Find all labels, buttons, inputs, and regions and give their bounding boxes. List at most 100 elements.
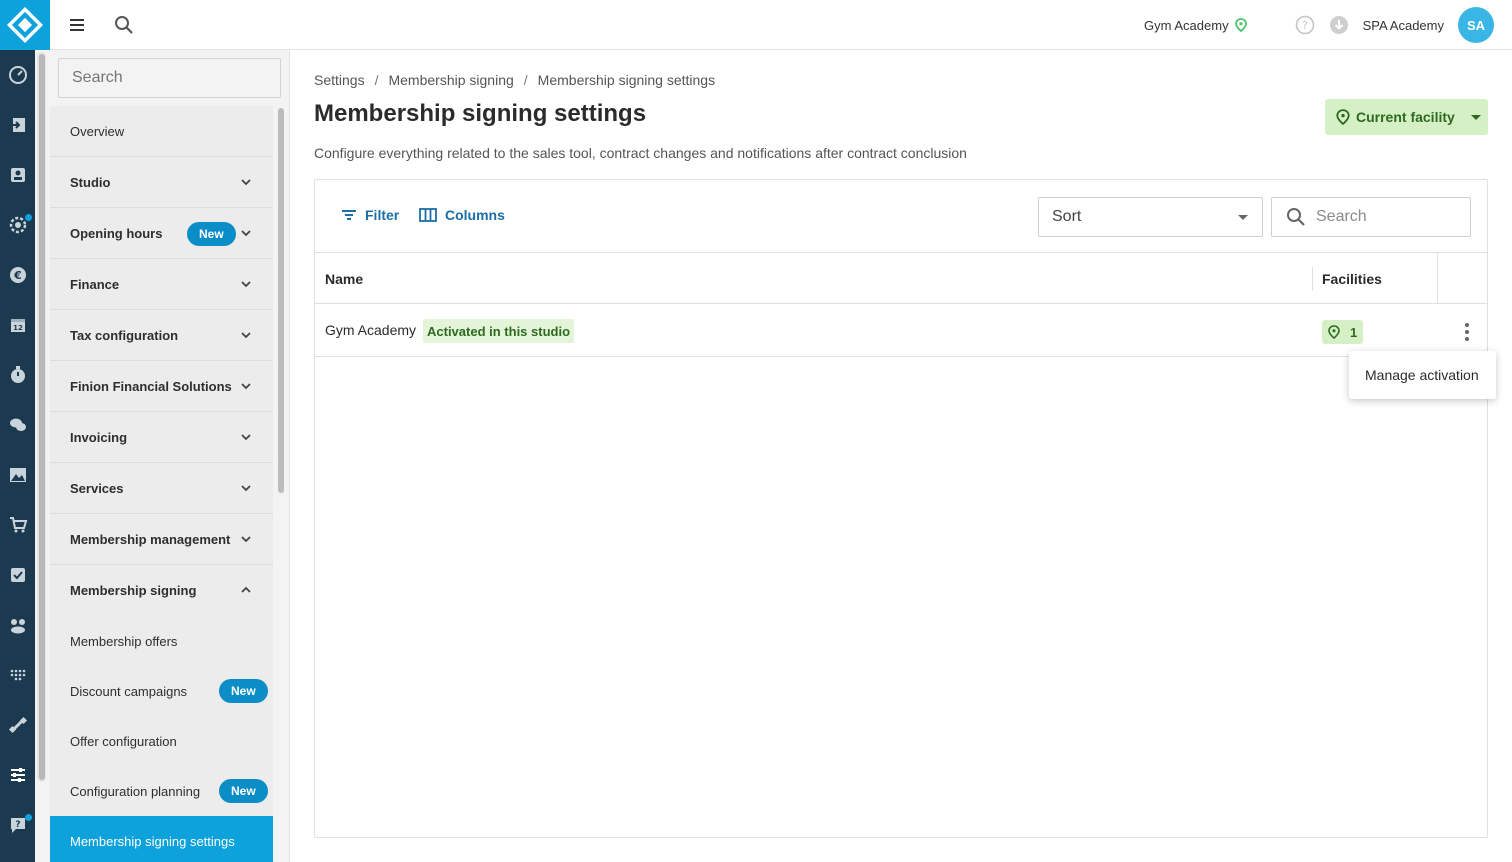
sidenav-search-input[interactable]	[58, 58, 281, 98]
new-badge: New	[219, 779, 268, 803]
sidenav-item-finion-financial-solutions[interactable]: Finion Financial Solutions	[50, 361, 273, 412]
search-icon[interactable]	[112, 13, 136, 37]
column-divider	[1437, 253, 1438, 304]
sort-label: Sort	[1052, 208, 1082, 225]
sort-select[interactable]: Sort	[1038, 197, 1263, 237]
row-name: Gym Academy	[325, 322, 417, 338]
svg-text:?: ?	[1302, 19, 1308, 32]
sidenav-subitem-offer-configuration[interactable]: Offer configuration	[50, 716, 273, 766]
notification-dot	[25, 814, 32, 821]
table-toolbar: Filter Columns Sort Search	[315, 180, 1487, 253]
breadcrumb-membership-signing[interactable]: Membership signing	[388, 72, 513, 88]
dashboard-icon[interactable]	[0, 50, 35, 100]
page-title: Membership signing settings	[314, 100, 647, 127]
analytics-dots-icon[interactable]	[0, 650, 35, 700]
contacts-icon[interactable]	[0, 150, 35, 200]
table-search-input[interactable]: Search	[1271, 197, 1471, 237]
sidenav-item-tax-configuration[interactable]: Tax configuration	[50, 310, 273, 361]
sidenav-subitem-membership-offers[interactable]: Membership offers	[50, 616, 273, 666]
studio-name[interactable]: SPA Academy	[1363, 18, 1444, 33]
calendar-icon[interactable]: 12	[0, 300, 35, 350]
sidenav-item-invoicing[interactable]: Invoicing	[50, 412, 273, 463]
notification-dot	[25, 214, 32, 221]
sidenav-item-label: Tax configuration	[70, 327, 179, 343]
app-logo[interactable]	[0, 0, 50, 50]
new-badge: New	[219, 679, 268, 703]
sidenav-subitem-label: Offer configuration	[70, 733, 177, 749]
filter-button[interactable]: Filter	[341, 207, 399, 223]
svg-text:€: €	[13, 269, 22, 282]
chevron-down-icon	[241, 281, 251, 288]
sidenav-item-overview[interactable]: Overview	[50, 106, 273, 157]
table-row[interactable]: Gym Academy Activated in this studio 1	[315, 304, 1487, 357]
sidenav-list-scroll-thumb[interactable]	[278, 108, 284, 493]
table-search-placeholder: Search	[1316, 208, 1367, 225]
shop-cart-icon[interactable]	[0, 500, 35, 550]
sidenav-subitem-label: Configuration planning	[70, 783, 201, 799]
svg-text:?: ?	[15, 820, 20, 830]
avatar[interactable]: SA	[1458, 7, 1494, 43]
sidenav-item-membership-management[interactable]: Membership management	[50, 514, 273, 565]
sidenav-item-services[interactable]: Services	[50, 463, 273, 514]
columns-icon	[419, 208, 437, 222]
menu-hamburger-icon[interactable]	[66, 13, 90, 37]
chevron-down-icon	[241, 179, 251, 186]
location-pin-icon	[1234, 18, 1247, 32]
page-description: Configure everything related to the sale…	[314, 145, 967, 161]
caret-down-icon	[1238, 215, 1248, 220]
download-icon[interactable]	[1329, 15, 1349, 35]
sidenav-subitem-discount-campaigns[interactable]: Discount campaigns New	[50, 666, 273, 716]
sidenav-item-finance[interactable]: Finance	[50, 259, 273, 310]
filter-label: Filter	[365, 207, 400, 223]
chevron-down-icon	[241, 485, 251, 492]
filter-icon	[342, 210, 356, 220]
location-pin-icon	[1328, 325, 1340, 339]
row-actions-kebab-icon[interactable]	[1455, 320, 1479, 344]
settings-sliders-icon[interactable]	[0, 750, 35, 800]
sidenav-item-label: Studio	[70, 174, 111, 190]
timer-icon[interactable]	[0, 350, 35, 400]
help-icon[interactable]: ?	[1295, 15, 1315, 35]
members-group-icon[interactable]	[0, 600, 35, 650]
sidenav-subitem-membership-signing-settings[interactable]: Membership signing settings	[50, 816, 273, 862]
column-divider[interactable]	[1312, 267, 1313, 291]
breadcrumb-settings[interactable]: Settings	[314, 72, 365, 88]
facility-name: Gym Academy	[1144, 17, 1229, 33]
sidenav-item-label: Overview	[70, 123, 125, 139]
breadcrumb-current: Membership signing settings	[537, 72, 716, 88]
sidenav-item-label: Services	[70, 480, 124, 496]
sidenav-item-label: Finance	[70, 276, 120, 292]
sidenav-outer-scroll-thumb[interactable]	[39, 54, 45, 780]
breadcrumb-separator: /	[374, 72, 379, 88]
menu-item-manage-activation[interactable]: Manage activation	[1365, 367, 1479, 383]
euro-icon[interactable]: €	[0, 250, 35, 300]
facility-selector[interactable]: Gym Academy	[1144, 18, 1247, 33]
current-facility-button[interactable]: Current facility	[1325, 99, 1488, 135]
facilities-count-badge[interactable]: 1	[1322, 320, 1364, 344]
column-header-name[interactable]: Name	[325, 271, 363, 287]
help-chat-icon[interactable]: ?	[0, 800, 35, 850]
breadcrumb: Settings / Membership signing / Membersh…	[314, 72, 715, 88]
chevron-down-icon	[241, 434, 251, 441]
column-header-facilities[interactable]: Facilities	[1322, 271, 1382, 287]
sidenav-subitem-configuration-planning[interactable]: Configuration planning New	[50, 766, 273, 816]
svg-text:12: 12	[13, 324, 23, 332]
sidenav-outer-scrollbar[interactable]	[37, 52, 46, 782]
equipment-dumbbell-icon[interactable]	[0, 700, 35, 750]
columns-button[interactable]: Columns	[419, 207, 505, 223]
settings-gear-icon[interactable]	[0, 200, 35, 250]
current-facility-label: Current facility	[1356, 109, 1455, 125]
settings-sidenav: Overview Studio Opening hours New Financ…	[35, 50, 290, 862]
chevron-down-icon	[241, 383, 251, 390]
logo-icon	[6, 6, 44, 44]
chevron-down-icon	[241, 332, 251, 339]
sidenav-item-membership-signing[interactable]: Membership signing	[50, 565, 273, 616]
check-in-icon[interactable]	[0, 100, 35, 150]
sidenav-item-studio[interactable]: Studio	[50, 157, 273, 208]
search-icon	[1287, 208, 1305, 226]
sidenav-item-opening-hours[interactable]: Opening hours New	[50, 208, 273, 259]
caret-down-icon	[1470, 114, 1481, 120]
image-icon[interactable]	[0, 450, 35, 500]
chat-icon[interactable]	[0, 400, 35, 450]
tasks-check-icon[interactable]	[0, 550, 35, 600]
